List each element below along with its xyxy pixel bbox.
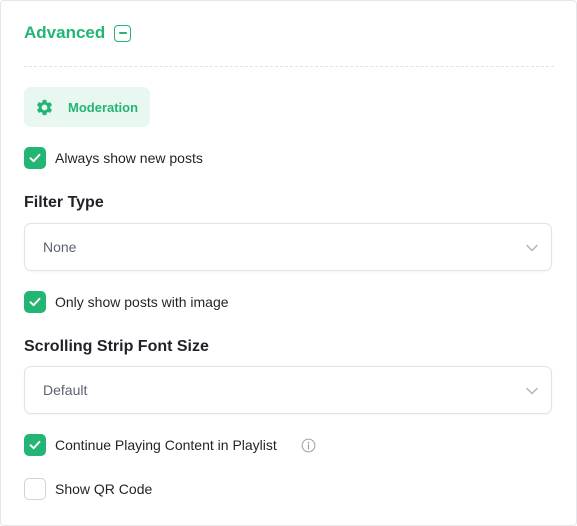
continue-playing-checkbox[interactable]	[24, 434, 46, 456]
always-show-new-posts-option: Always show new posts	[24, 147, 203, 169]
section-title: Advanced	[24, 23, 106, 42]
show-qr-code-label: Show QR Code	[55, 481, 153, 497]
only-show-posts-with-image-option: Only show posts with image	[24, 291, 229, 313]
font-size-title: Scrolling Strip Font Size	[24, 338, 209, 355]
section-header: Advanced	[24, 21, 132, 45]
divider	[24, 66, 554, 67]
collapse-icon[interactable]	[114, 24, 132, 42]
gear-icon	[37, 99, 52, 115]
font-size-value: Default	[43, 382, 88, 398]
info-circle-icon[interactable]	[301, 438, 316, 453]
show-qr-code-option: Show QR Code	[24, 478, 152, 500]
filter-type-select[interactable]: None	[24, 223, 552, 271]
checkmark-icon	[29, 297, 41, 307]
tab-label: Moderation	[68, 99, 139, 115]
tab-moderation[interactable]: Moderation	[24, 87, 150, 127]
continue-playing-option: Continue Playing Content in Playlist	[24, 434, 316, 456]
advanced-settings-panel: Advanced Moderation Always show new post…	[0, 0, 577, 526]
always-show-new-posts-label: Always show new posts	[55, 150, 203, 166]
checkmark-icon	[29, 153, 41, 163]
chevron-down-icon	[526, 244, 538, 252]
only-show-posts-with-image-label: Only show posts with image	[55, 294, 229, 310]
filter-type-title: Filter Type	[24, 194, 104, 211]
chevron-down-icon	[526, 387, 538, 395]
only-show-posts-with-image-checkbox[interactable]	[24, 291, 46, 313]
font-size-select[interactable]: Default	[24, 366, 552, 414]
checkmark-icon	[29, 440, 41, 450]
filter-type-value: None	[43, 239, 77, 255]
show-qr-code-checkbox[interactable]	[24, 478, 46, 500]
always-show-new-posts-checkbox[interactable]	[24, 147, 46, 169]
continue-playing-label: Continue Playing Content in Playlist	[55, 437, 277, 453]
